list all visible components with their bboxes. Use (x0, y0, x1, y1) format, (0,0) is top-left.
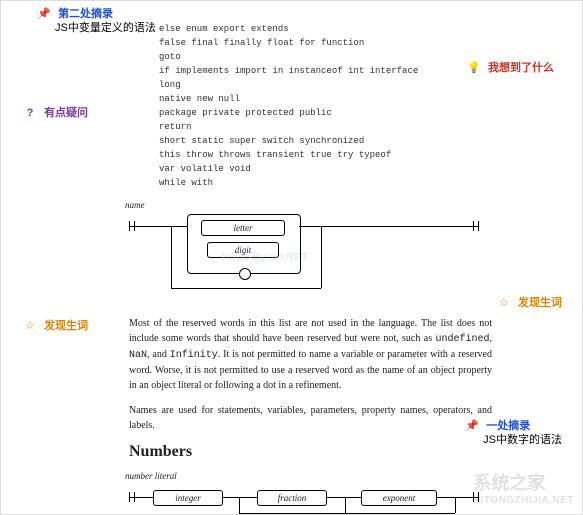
syntax-diagram-number: integer fraction exponent (129, 483, 492, 515)
annotation-title: 发现生词 (44, 320, 88, 332)
paragraph-names-usage: Names are used for statements, variables… (129, 403, 492, 433)
code-line: if implements import in instanceof int i… (159, 64, 492, 78)
faded-watermark: Power-By osd.NET (221, 251, 308, 263)
code-line: short static super switch synchronized (159, 134, 492, 148)
paragraph-reserved-words: Most of the reserved words in this list … (129, 316, 492, 393)
watermark-brand: 系统之家 (473, 473, 545, 493)
annotation-title: 有点疑问 (44, 107, 88, 119)
diagram-number-label: number literal (125, 471, 492, 481)
star-icon: ☆ (23, 319, 37, 333)
bulb-icon: 💡 (467, 61, 481, 75)
watermark: 系统之家 XITONGZHIJIA.NET (473, 469, 574, 506)
code-line: long (159, 78, 492, 92)
code-line: this throw throws transient true try typ… (159, 148, 492, 162)
code-line: native new null (159, 92, 492, 106)
annotation-sub: JS中数字的语法 (483, 434, 562, 446)
diagram-name-label: name (125, 200, 492, 210)
pin-icon: 📌 (37, 7, 51, 21)
diagram-node-letter: letter (201, 220, 285, 236)
diagram-terminal-icon (239, 268, 251, 280)
code-line: false final finally float for function (159, 36, 492, 50)
diagram-node-exponent: exponent (361, 490, 437, 506)
annotation-question: ? 有点疑问 (23, 106, 88, 120)
annotation-word-2: ☆ 发现生词 (23, 319, 88, 333)
watermark-site: XITONGZHIJIA.NET (473, 495, 574, 506)
diagram-node-integer: integer (153, 490, 223, 506)
diagram-node-fraction: fraction (257, 490, 327, 506)
annotation-excerpt-2: 📌 第二处摘录 JS中变量定义的语法 (37, 7, 156, 35)
annotation-title: 一处摘录 (486, 420, 530, 432)
code-line: else enum export extends (159, 22, 492, 36)
code-line: while with (159, 176, 492, 190)
annotation-idea: 💡 我想到了什么 (467, 61, 554, 75)
pin-icon: 📌 (465, 419, 479, 433)
code-line: var volatile void (159, 162, 492, 176)
code-line: package private protected public (159, 106, 492, 120)
code-line: goto (159, 50, 492, 64)
code-line: return (159, 120, 492, 134)
syntax-diagram-name: letter digit (129, 212, 492, 302)
annotation-title: 第二处摘录 (58, 8, 113, 20)
annotation-word-1: ☆ 发现生词 (497, 296, 562, 310)
annotation-excerpt-1: 📌 一处摘录 JS中数字的语法 (465, 419, 562, 447)
reserved-words-list: else enum export extendsfalse final fina… (159, 22, 492, 190)
annotation-title: 我想到了什么 (488, 62, 554, 74)
section-heading-numbers: Numbers (129, 443, 492, 461)
annotation-title: 发现生词 (518, 297, 562, 309)
star-icon: ☆ (497, 296, 511, 310)
annotation-sub: JS中变量定义的语法 (55, 22, 156, 34)
question-icon: ? (23, 106, 37, 120)
